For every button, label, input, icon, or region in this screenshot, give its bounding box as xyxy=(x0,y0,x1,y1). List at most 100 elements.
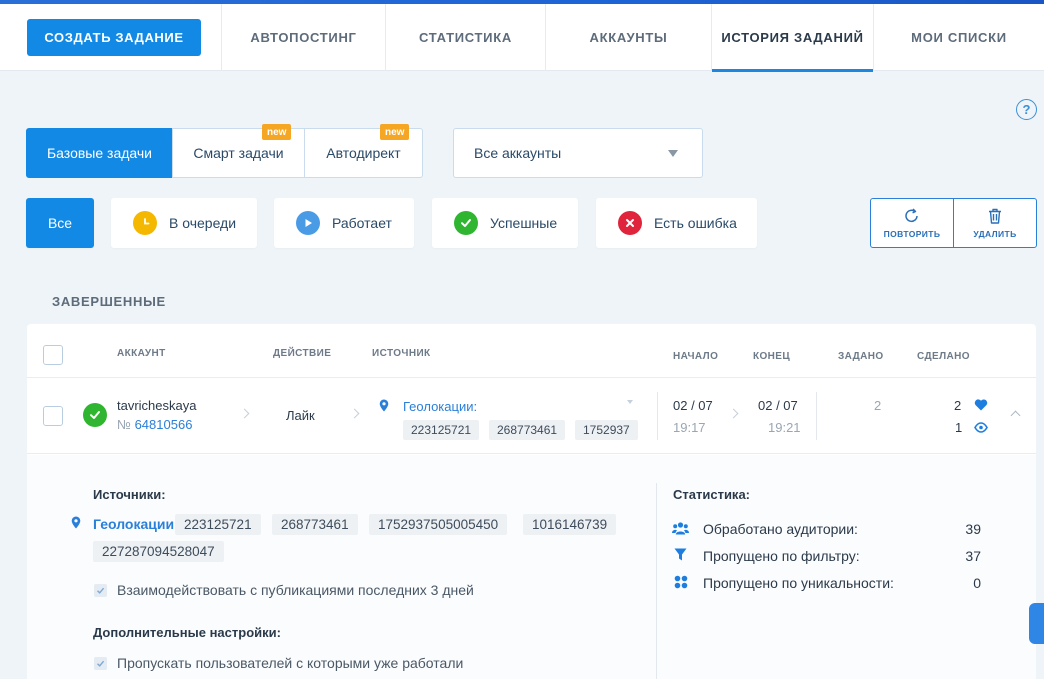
clock-icon xyxy=(133,211,157,235)
chevron-right-icon xyxy=(728,408,739,419)
filter-all[interactable]: Все xyxy=(26,198,94,248)
x-icon xyxy=(618,211,642,235)
segment-smart-tasks[interactable]: Смарт задачи new xyxy=(172,124,305,178)
tasks-table-card: АККАУНТ ДЕЙСТВИЕ ИСТОЧНИК НАЧАЛО КОНЕЦ З… xyxy=(27,324,1036,679)
tab-my-lists[interactable]: МОИ СПИСКИ xyxy=(873,4,1044,71)
stat-label-unique: Пропущено по уникальности: xyxy=(703,575,894,591)
account-select[interactable]: Все аккаунты xyxy=(453,128,703,178)
bulk-actions: ПОВТОРИТЬ УДАЛИТЬ xyxy=(870,198,1037,248)
table-header: АККАУНТ ДЕЙСТВИЕ ИСТОЧНИК НАЧАЛО КОНЕЦ З… xyxy=(27,324,1036,378)
support-side-tab[interactable] xyxy=(1029,603,1044,644)
filter-queued[interactable]: В очереди xyxy=(111,198,257,248)
geo-label: Геолокации: xyxy=(93,516,179,532)
source-chip: 1752937 xyxy=(575,420,638,440)
stat-label-filtered: Пропущено по фильтру: xyxy=(703,548,860,564)
unique-icon xyxy=(674,575,688,589)
detail-divider xyxy=(656,483,657,679)
new-badge: new xyxy=(262,124,292,140)
sources-title: Источники: xyxy=(93,487,166,502)
success-status-icon xyxy=(83,403,107,427)
repeat-label: ПОВТОРИТЬ xyxy=(883,229,941,239)
filter-label: Все xyxy=(47,215,73,231)
filter-label: Есть ошибка xyxy=(654,215,737,231)
new-badge: new xyxy=(380,124,410,140)
checkbox-checked xyxy=(94,584,107,597)
help-icon[interactable]: ? xyxy=(1016,99,1037,120)
tab-statistics[interactable]: СТАТИСТИКА xyxy=(385,4,545,71)
filter-label: В очереди xyxy=(169,215,237,231)
end-date: 02 / 07 xyxy=(758,398,798,413)
filter-label: Работает xyxy=(332,215,392,231)
stat-label-processed: Обработано аудитории: xyxy=(703,521,858,537)
header-source: ИСТОЧНИК xyxy=(372,348,431,359)
column-divider xyxy=(657,392,658,440)
number-prefix: № xyxy=(117,417,131,432)
chevron-right-icon xyxy=(349,408,360,419)
filter-has-error[interactable]: Есть ошибка xyxy=(596,198,757,248)
segment-label: Смарт задачи xyxy=(193,145,284,161)
header-end: КОНЕЦ xyxy=(753,351,791,362)
caret-down-icon xyxy=(668,150,678,157)
segment-autodirect[interactable]: Автодирект new xyxy=(304,124,423,178)
account-select-value: Все аккаунты xyxy=(474,145,562,161)
done-views-count: 1 xyxy=(955,420,963,435)
stat-value-unique: 0 xyxy=(973,575,981,591)
geo-id-chip: 227287094528047 xyxy=(93,541,224,562)
geo-id-chip: 223125721 xyxy=(175,514,261,535)
filter-running[interactable]: Работает xyxy=(274,198,414,248)
segment-basic-tasks[interactable]: Базовые задачи xyxy=(26,128,173,178)
tab-autoposting[interactable]: АВТОПОСТИНГ xyxy=(221,4,385,71)
location-pin-icon xyxy=(379,399,389,412)
geo-id-chip: 268773461 xyxy=(272,514,358,535)
header-start: НАЧАЛО xyxy=(673,351,719,362)
top-navigation: СОЗДАТЬ ЗАДАНИЕ АВТОПОСТИНГ СТАТИСТИКА А… xyxy=(0,4,1044,72)
tab-accounts[interactable]: АККАУНТЫ xyxy=(545,4,711,71)
start-time: 19:17 xyxy=(673,420,706,435)
chevron-up-icon[interactable] xyxy=(1010,410,1021,421)
table-row[interactable]: tavricheskaya № 64810566 Лайк Геолокации… xyxy=(27,378,1036,454)
header-done: СДЕЛАНО xyxy=(917,351,970,362)
segment-label: Базовые задачи xyxy=(46,145,152,161)
repeat-button[interactable]: ПОВТОРИТЬ xyxy=(871,199,953,247)
extra-settings-title: Дополнительные настройки: xyxy=(93,625,281,640)
segment-label: Автодирект xyxy=(326,145,401,161)
source-expand-icon[interactable] xyxy=(627,400,633,404)
delete-button[interactable]: УДАЛИТЬ xyxy=(953,199,1036,247)
stat-value-filtered: 37 xyxy=(965,548,981,564)
filter-icon xyxy=(674,548,687,561)
header-account: АККАУНТ xyxy=(117,348,166,359)
start-date: 02 / 07 xyxy=(673,398,713,413)
done-likes-count: 2 xyxy=(954,398,962,413)
assigned-count: 2 xyxy=(874,398,882,413)
stat-value-processed: 39 xyxy=(965,521,981,537)
header-assigned: ЗАДАНО xyxy=(838,351,884,362)
check-icon xyxy=(454,211,478,235)
select-all-checkbox[interactable] xyxy=(43,345,63,365)
location-pin-icon xyxy=(71,516,81,529)
number-value: 64810566 xyxy=(134,417,193,432)
end-time: 19:21 xyxy=(768,420,801,435)
geo-id-chip: 1752937505005450 xyxy=(369,514,508,535)
account-username: tavricheskaya xyxy=(117,398,197,413)
play-icon xyxy=(296,211,320,235)
users-icon xyxy=(672,522,689,535)
filter-label: Успешные xyxy=(490,215,558,231)
header-action: ДЕЙСТВИЕ xyxy=(273,348,332,359)
filter-successful[interactable]: Успешные xyxy=(432,198,578,248)
option-skip-users: Пропускать пользователей с которыми уже … xyxy=(117,655,464,671)
eye-icon xyxy=(974,422,988,433)
column-divider xyxy=(816,392,817,440)
delete-label: УДАЛИТЬ xyxy=(973,229,1017,239)
source-label[interactable]: Геолокации: xyxy=(403,399,477,414)
refresh-icon xyxy=(905,208,918,223)
trash-icon xyxy=(989,208,1001,224)
source-chip: 268773461 xyxy=(489,420,566,440)
chevron-right-icon xyxy=(239,408,250,419)
action-value: Лайк xyxy=(286,408,315,423)
account-number[interactable]: № 64810566 xyxy=(117,417,192,432)
row-checkbox[interactable] xyxy=(43,406,63,426)
heart-icon xyxy=(974,399,988,411)
create-task-button[interactable]: СОЗДАТЬ ЗАДАНИЕ xyxy=(27,19,201,56)
stats-title: Статистика: xyxy=(673,487,750,502)
tab-task-history[interactable]: ИСТОРИЯ ЗАДАНИЙ xyxy=(711,4,873,72)
